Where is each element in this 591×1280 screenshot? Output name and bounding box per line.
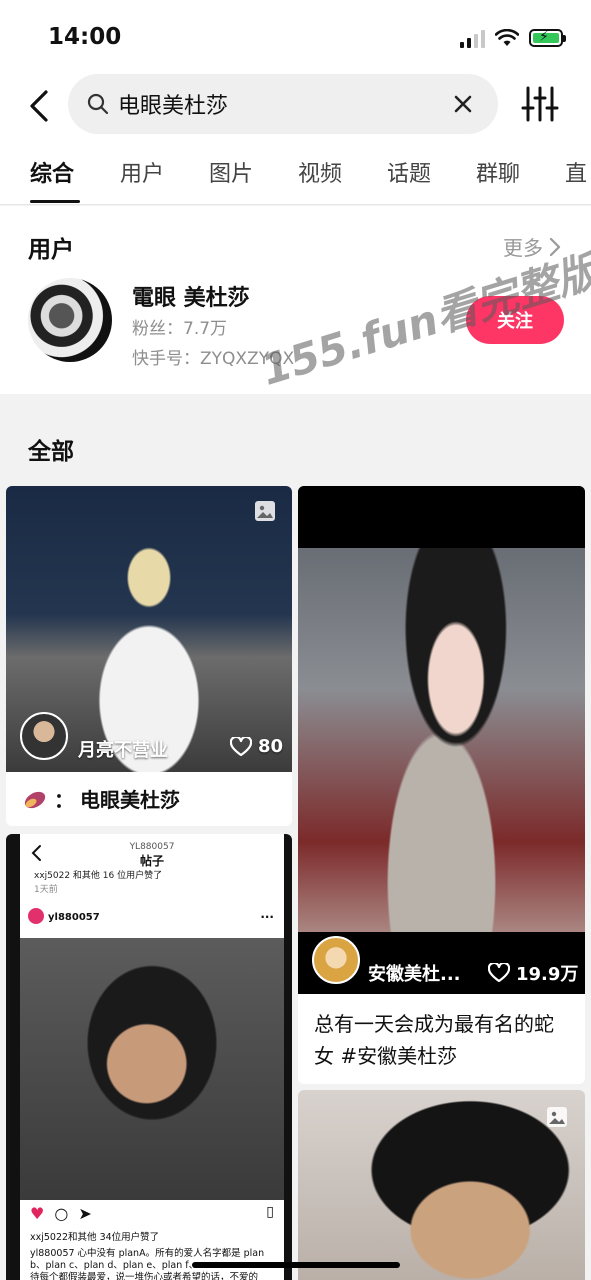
post-header-id: YL880057 [129,842,175,852]
close-icon[interactable] [450,91,476,117]
tab-live[interactable]: 直 [565,156,587,188]
tab-images[interactable]: 图片 [209,156,253,188]
filter-icon[interactable] [520,86,560,122]
search-query: 电眼美杜莎 [118,94,229,119]
tab-topics[interactable]: 话题 [387,156,431,188]
comment-icon: ○ [54,1204,69,1223]
post-likes-line: xxj5022和其他 34位用户赞了 [30,1232,160,1243]
tab-group-chats[interactable]: 群聊 [476,156,520,188]
post-actions: ♥ ○ ➤ [30,1204,92,1223]
share-icon: ➤ [78,1204,92,1223]
all-section-title: 全部 [28,439,74,465]
post-body-line: yl880057 心中没有 planA。所有的爱人名字都是 plan [30,1248,265,1259]
image-gallery-icon [255,501,275,521]
author-name[interactable]: 月亮不营业 [78,736,168,762]
result-card[interactable]: YL880057 帖子 xxj5022 和其他 16 位用户赞了 1天前 yl8… [6,834,292,1280]
likes-value: 19.9万 [516,964,579,985]
caption-text: 电眼美杜莎 [80,788,180,812]
likes-value: 80 [258,736,284,757]
user-section-title: 用户 [28,237,74,263]
post-likes-top: xxj5022 和其他 16 位用户赞了 [34,871,163,881]
status-time: 14:00 [48,24,122,50]
author-avatar[interactable] [312,936,360,984]
card-caption: ： 电眼美杜莎 [22,784,180,813]
bookmark-icon: ▯ [266,1204,274,1220]
likes-count[interactable]: 19.9万 [488,960,578,986]
image-gallery-icon [547,1107,567,1127]
result-card[interactable] [298,1090,585,1280]
wifi-icon [495,29,519,46]
heart-icon [230,736,252,756]
heart-icon [488,963,510,983]
tab-comprehensive[interactable]: 综合 [30,156,74,188]
sweet-potato-icon [24,791,46,808]
status-icons: ⚡ [460,26,566,50]
post-user-avatar [28,908,44,924]
heart-icon: ♥ [30,1204,45,1223]
post-body-line: 待每个都假装最爱，说一堆伤心或者希望的话，不爱的 [30,1272,259,1280]
card-caption: 总有一天会成为最有名的蛇女 #安徽美杜莎 [314,1012,554,1068]
author-avatar[interactable] [20,712,68,760]
home-indicator [192,1262,400,1268]
tab-videos[interactable]: 视频 [298,156,342,188]
post-username: yl880057 [48,912,100,923]
battery-icon: ⚡ [529,29,566,47]
caption-prefix: ： [54,788,74,812]
more-icon: ··· [260,910,274,924]
user-fans: 粉丝：7.7万 [132,319,228,339]
active-tab-indicator [30,200,80,203]
post-time: 1天前 [34,885,58,895]
search-input[interactable]: 电眼美杜莎 [68,74,498,134]
user-avatar[interactable] [28,278,112,362]
post-photo [20,938,284,1200]
tab-users[interactable]: 用户 [120,156,164,188]
search-tabs: 综合 用户 图片 视频 话题 群聊 直 [0,150,591,204]
author-name[interactable]: 安徽美杜... [368,960,461,986]
search-icon [87,93,109,115]
back-icon[interactable] [24,86,58,126]
card-image [298,1090,585,1280]
likes-count[interactable]: 80 [230,736,283,757]
card-image [298,486,585,994]
result-card[interactable]: 月亮不营业 80 ： 电眼美杜莎 [6,486,292,826]
post-header-title: 帖子 [139,854,164,868]
user-name[interactable]: 電眼 美杜莎 [132,280,250,312]
top-header: 14:00 ⚡ 电眼美杜莎 综合 用户 图片 视频 话题 群聊 直 [0,0,591,205]
result-card[interactable]: 安徽美杜... 19.9万 总有一天会成为最有名的蛇女 #安徽美杜莎 [298,486,585,1084]
signal-icon [460,28,485,48]
